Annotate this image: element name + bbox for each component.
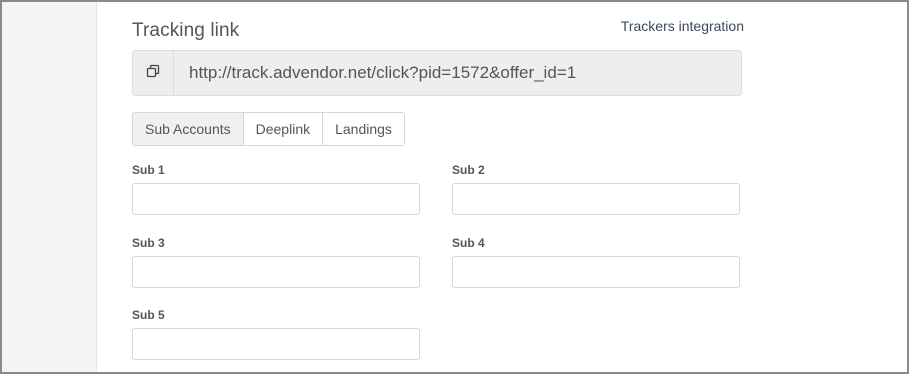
copy-button[interactable] xyxy=(133,51,174,95)
page-title: Tracking link xyxy=(132,20,240,41)
copy-icon xyxy=(146,64,160,83)
sub3-input[interactable] xyxy=(132,256,420,288)
tab-landings[interactable]: Landings xyxy=(323,113,404,145)
sub4-label: Sub 4 xyxy=(452,236,485,250)
left-sidebar xyxy=(2,2,97,372)
link-tabs: Sub Accounts Deeplink Landings xyxy=(132,112,405,146)
sub1-label: Sub 1 xyxy=(132,163,165,177)
trackers-integration-link[interactable]: Trackers integration xyxy=(621,18,744,34)
tab-sub-accounts[interactable]: Sub Accounts xyxy=(133,113,244,145)
sub2-label: Sub 2 xyxy=(452,163,485,177)
tracking-link-field: http://track.advendor.net/click?pid=1572… xyxy=(132,50,742,96)
sub1-input[interactable] xyxy=(132,183,420,215)
sub3-label: Sub 3 xyxy=(132,236,165,250)
sub5-input[interactable] xyxy=(132,328,420,360)
sub2-input[interactable] xyxy=(452,183,740,215)
tracking-panel: Tracking link Trackers integration http:… xyxy=(0,0,909,374)
sub4-input[interactable] xyxy=(452,256,740,288)
sub5-label: Sub 5 xyxy=(132,308,165,322)
tracking-link-url[interactable]: http://track.advendor.net/click?pid=1572… xyxy=(174,63,576,83)
tab-deeplink[interactable]: Deeplink xyxy=(243,113,324,145)
